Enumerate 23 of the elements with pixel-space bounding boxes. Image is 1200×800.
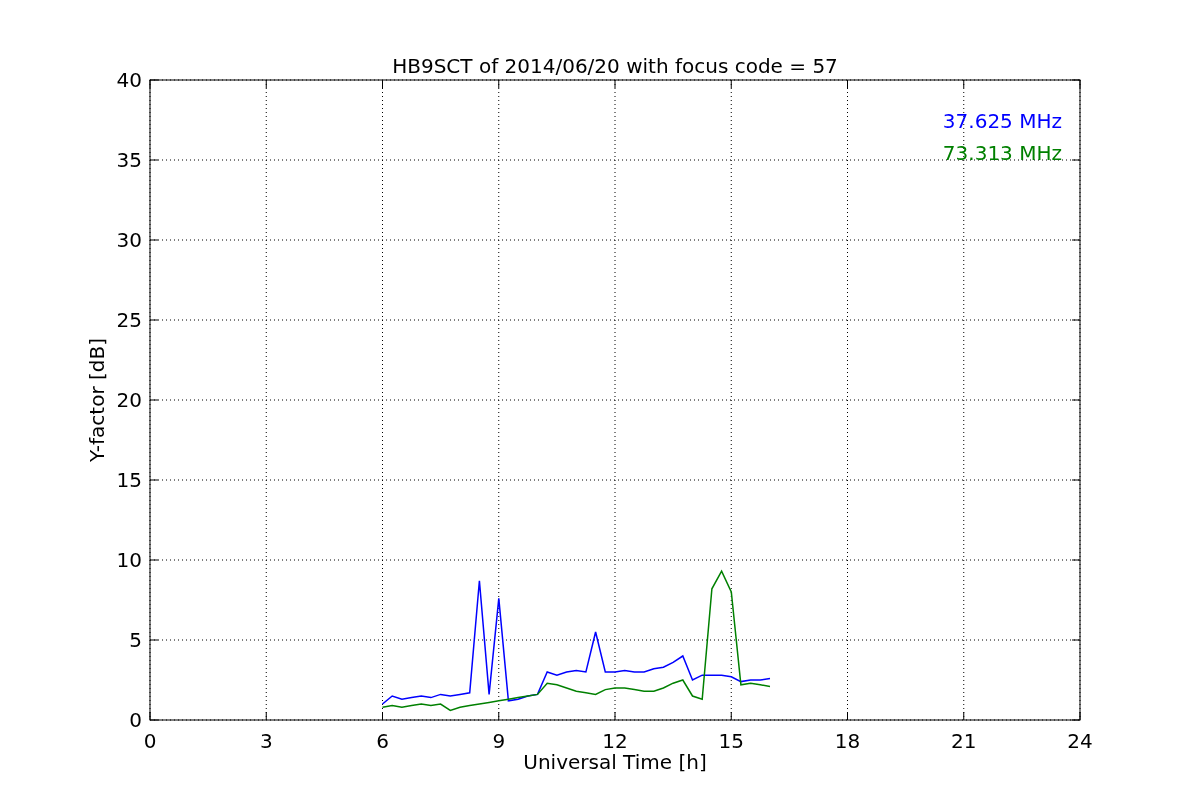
tick-label: 40 xyxy=(116,68,142,92)
legend-label: 73.313 MHz xyxy=(942,141,1062,165)
tick-label: 35 xyxy=(116,148,142,172)
tick-label: 3 xyxy=(259,729,273,753)
tick-label: 12 xyxy=(602,729,628,753)
tick-label: 21 xyxy=(951,729,977,753)
tick-label: 20 xyxy=(116,388,142,412)
y-axis-label: Y-factor [dB] xyxy=(85,338,109,462)
tick-label: 25 xyxy=(116,308,142,332)
tick-label: 15 xyxy=(116,468,142,492)
tick-label: 5 xyxy=(129,628,142,652)
tick-label: 30 xyxy=(116,228,142,252)
x-axis-label: Universal Time [h] xyxy=(523,750,707,774)
tick-label: 9 xyxy=(492,729,506,753)
tick-label: 0 xyxy=(143,729,157,753)
tick-label: 0 xyxy=(129,708,142,732)
tick-label: 24 xyxy=(1067,729,1093,753)
tick-label: 6 xyxy=(376,729,389,753)
tick-label: 15 xyxy=(718,729,744,753)
tick-label: 10 xyxy=(116,548,142,572)
legend-label: 37.625 MHz xyxy=(942,109,1062,133)
chart-title: HB9SCT of 2014/06/20 with focus code = 57 xyxy=(392,54,838,78)
tick-label: 18 xyxy=(834,729,861,753)
